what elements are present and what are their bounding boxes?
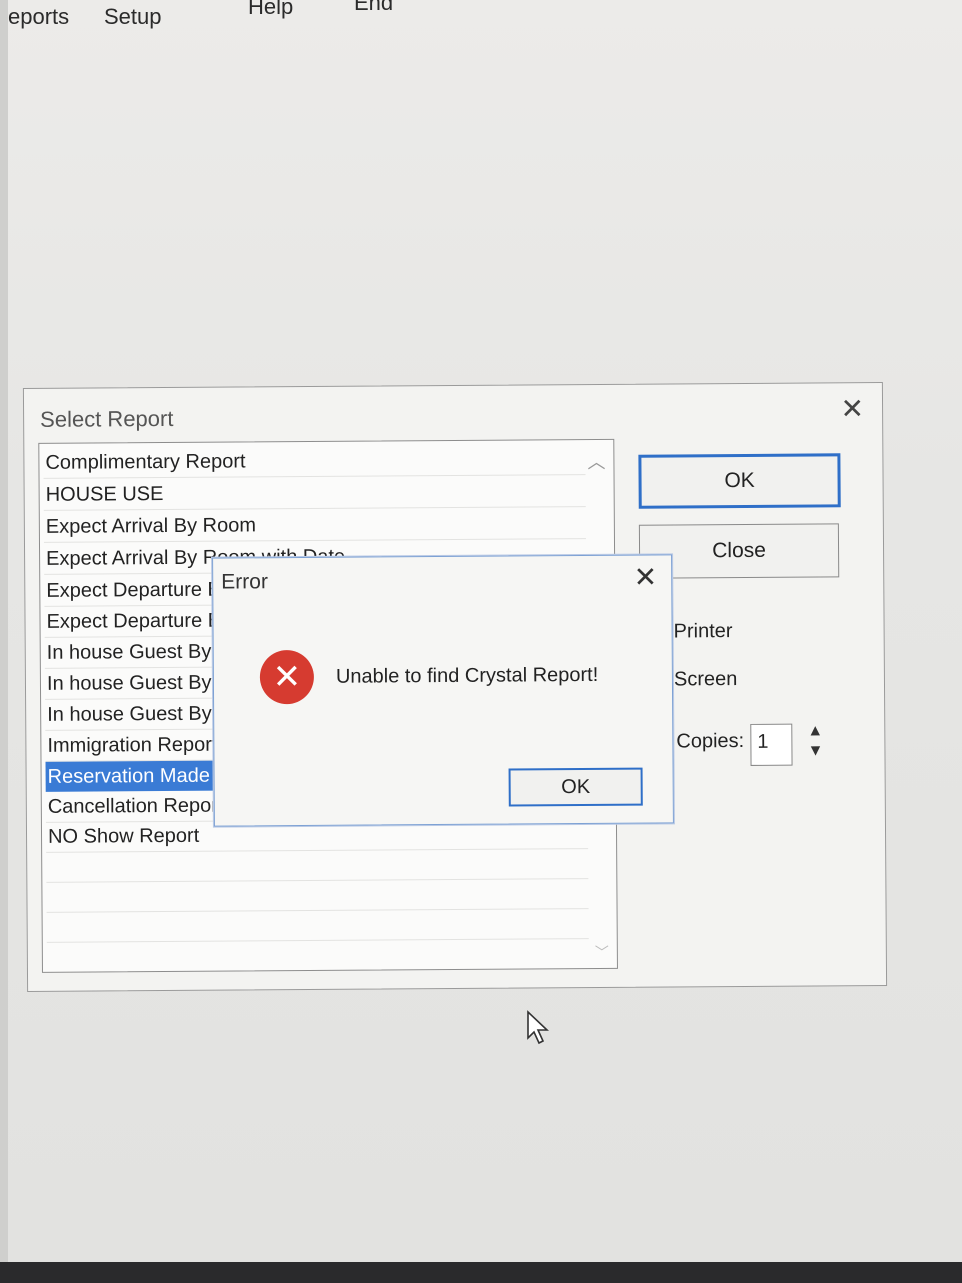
menu-end[interactable]: End: [354, 0, 393, 16]
error-ok-button[interactable]: OK: [508, 767, 643, 807]
mouse-cursor-icon: [527, 1010, 550, 1045]
list-item[interactable]: Expect Arrival By Room: [43, 508, 586, 543]
desktop: eports Setup Help End Select Report ✕ Co…: [8, 0, 962, 1262]
close-icon[interactable]: ✕: [634, 562, 658, 593]
printer-option[interactable]: Printer: [674, 620, 733, 643]
error-title: Error: [221, 570, 268, 594]
list-item-empty: [46, 908, 589, 943]
copies-input[interactable]: 1: [750, 723, 793, 766]
error-icon: ✕: [259, 649, 315, 705]
spin-down-icon[interactable]: ▼: [798, 741, 832, 761]
list-item-empty: [46, 848, 589, 883]
menu-bar: eports Setup Help End: [8, 0, 962, 34]
list-item-empty: [46, 878, 589, 913]
list-item-selected[interactable]: Reservation Made: [45, 760, 218, 792]
scroll-down-icon[interactable]: ﹀: [595, 942, 609, 962]
list-item[interactable]: Complimentary Report: [43, 444, 586, 479]
spin-up-icon[interactable]: ▲: [798, 721, 832, 741]
menu-setup[interactable]: Setup: [104, 4, 162, 30]
menu-reports[interactable]: eports: [8, 4, 69, 30]
monitor-bezel: [0, 0, 8, 1262]
copies-spinner[interactable]: ▲ ▼: [798, 721, 832, 765]
scroll-up-icon[interactable]: ︿: [587, 448, 605, 474]
list-item[interactable]: HOUSE USE: [43, 476, 586, 511]
ok-button[interactable]: OK: [638, 453, 841, 509]
taskbar: [0, 1262, 962, 1283]
error-message: Unable to find Crystal Report!: [335, 663, 599, 688]
menu-help[interactable]: Help: [248, 0, 293, 20]
dialog-title: Select Report: [40, 405, 174, 432]
close-icon[interactable]: ✕: [840, 393, 864, 424]
error-dialog: Error ✕ ✕ Unable to find Crystal Report!…: [212, 554, 674, 827]
screen-option[interactable]: Screen: [674, 668, 738, 691]
copies-label: Copies:: [676, 729, 745, 753]
